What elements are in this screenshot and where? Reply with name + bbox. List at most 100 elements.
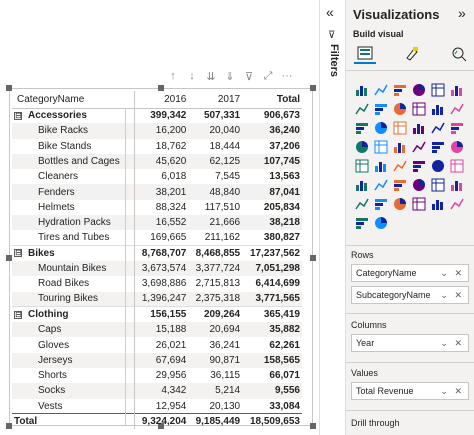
subcategory-row[interactable]: Gloves 26,021 36,241 62,261: [12, 337, 302, 353]
subcategory-row[interactable]: Cleaners 6,018 7,545 13,563: [12, 169, 302, 185]
subcategory-row[interactable]: Helmets 88,324 117,510 205,834: [12, 199, 302, 216]
visual-type-icon[interactable]: [411, 101, 426, 116]
collapse-row-icon[interactable]: ⊟: [14, 249, 22, 258]
visual-type-icon[interactable]: [430, 82, 445, 97]
visual-type-icon[interactable]: [373, 158, 388, 173]
subcategory-row[interactable]: Vests 12,954 20,130 33,084: [12, 398, 302, 414]
visual-type-icon[interactable]: [392, 177, 407, 192]
visual-type-icon[interactable]: [373, 215, 388, 230]
visual-type-icon[interactable]: [449, 139, 464, 154]
visual-type-icon[interactable]: [449, 101, 464, 116]
visual-type-icon[interactable]: [411, 82, 426, 97]
visual-type-icon[interactable]: [354, 101, 369, 116]
collapse-row-icon[interactable]: ⊟: [14, 111, 22, 120]
visual-type-icon[interactable]: [373, 139, 388, 154]
filter-icon[interactable]: ⊽: [242, 69, 256, 83]
category-row[interactable]: ⊟ Accessories 399,342 507,331 906,673: [12, 108, 302, 124]
rows-field-subcategoryname[interactable]: SubcategoryName ⌄ ✕: [351, 286, 469, 304]
visual-type-icon[interactable]: [373, 177, 388, 192]
visual-type-icon[interactable]: [430, 196, 445, 211]
values-field-total-revenue[interactable]: Total Revenue ⌄ ✕: [351, 382, 469, 400]
visual-type-icon[interactable]: [449, 177, 464, 192]
visual-type-icon[interactable]: [411, 120, 426, 135]
subcategory-row[interactable]: Road Bikes 3,698,886 2,715,813 6,414,699: [12, 276, 302, 292]
subcategory-row[interactable]: Fenders 38,201 48,840 87,041: [12, 184, 302, 200]
focus-mode-icon[interactable]: ⤢: [261, 69, 275, 83]
subcategory-row[interactable]: Caps 15,188 20,694 35,882: [12, 322, 302, 338]
column-header[interactable]: CategoryName: [12, 91, 134, 108]
subcategory-row[interactable]: Bike Racks 16,200 20,040 36,240: [12, 123, 302, 139]
visual-type-icon[interactable]: [430, 139, 445, 154]
rows-field-categoryname[interactable]: CategoryName ⌄ ✕: [351, 264, 469, 282]
subcategory-row[interactable]: Touring Bikes 1,396,247 2,375,318 3,771,565: [12, 291, 302, 307]
visual-type-icon[interactable]: [430, 120, 445, 135]
visual-type-icon[interactable]: [411, 196, 426, 211]
build-visual-tab[interactable]: [354, 44, 376, 64]
visual-type-icon[interactable]: [430, 177, 445, 192]
subcategory-row[interactable]: Shorts 29,956 36,115 66,071: [12, 368, 302, 384]
subcategory-row[interactable]: Socks 4,342 5,214 9,556: [12, 383, 302, 399]
column-header[interactable]: 2017: [188, 91, 242, 108]
filters-title[interactable]: Filters: [328, 44, 340, 77]
visual-type-icon[interactable]: [354, 82, 369, 97]
visual-type-icon[interactable]: [449, 82, 464, 97]
visual-type-icon[interactable]: [392, 82, 407, 97]
subcategory-row[interactable]: Bike Stands 18,762 18,444 37,206: [12, 138, 302, 154]
visual-type-icon[interactable]: [449, 158, 464, 173]
collapse-filters-icon[interactable]: «: [326, 4, 334, 20]
visual-type-icon[interactable]: [449, 120, 464, 135]
expand-all-icon[interactable]: ⇓: [223, 69, 237, 83]
visual-type-icon[interactable]: [411, 177, 426, 192]
field-actions-icon[interactable]: ⌄ ✕: [440, 338, 464, 349]
visual-type-icon[interactable]: [392, 158, 407, 173]
collapse-row-icon[interactable]: ⊟: [14, 310, 22, 319]
analytics-tab[interactable]: [448, 44, 470, 64]
field-actions-icon[interactable]: ⌄ ✕: [440, 386, 464, 397]
next-level-icon[interactable]: ⇊: [204, 69, 218, 83]
value-cell: 211,162: [204, 232, 241, 244]
resize-handle[interactable]: [310, 85, 316, 91]
more-options-icon[interactable]: ···: [280, 69, 294, 83]
expand-pane-icon[interactable]: »: [458, 5, 466, 21]
resize-handle[interactable]: [310, 423, 316, 429]
drill-down-icon[interactable]: ↓: [185, 69, 199, 83]
column-header[interactable]: Total: [242, 91, 302, 108]
visual-type-icon[interactable]: [392, 101, 407, 116]
columns-field-year[interactable]: Year ⌄ ✕: [351, 334, 469, 352]
visual-type-icon[interactable]: [354, 215, 369, 230]
visual-type-icon[interactable]: [392, 120, 407, 135]
visual-type-icon[interactable]: [373, 82, 388, 97]
row-label: Socks: [38, 385, 66, 397]
subcategory-row[interactable]: Jerseys 67,694 90,871 158,565: [12, 352, 302, 369]
grand-total-row[interactable]: Total 9,324,204 9,185,449 18,509,653: [12, 413, 302, 430]
subcategory-row[interactable]: Mountain Bikes 3,673,574 3,377,724 7,051,29…: [12, 260, 302, 277]
category-row[interactable]: ⊟ Clothing 156,155 209,264 365,419: [12, 306, 302, 323]
visual-type-icon[interactable]: [373, 101, 388, 116]
visual-type-icon[interactable]: [354, 158, 369, 173]
format-visual-tab[interactable]: [401, 44, 423, 64]
visual-type-icon[interactable]: [354, 177, 369, 192]
visual-type-icon[interactable]: [373, 120, 388, 135]
row-label-cell: Cleaners: [12, 169, 134, 184]
visual-type-icon[interactable]: [449, 196, 464, 211]
drill-up-icon[interactable]: ↑: [166, 69, 180, 83]
resize-handle[interactable]: [310, 255, 316, 261]
visual-type-icon[interactable]: [430, 101, 445, 116]
filters-pane[interactable]: « ⊽ Filters: [319, 0, 345, 435]
visual-type-icon[interactable]: [354, 139, 369, 154]
visual-type-icon[interactable]: [392, 196, 407, 211]
visual-type-icon[interactable]: [354, 196, 369, 211]
visual-type-icon[interactable]: [411, 139, 426, 154]
visual-type-icon[interactable]: [373, 196, 388, 211]
visual-type-icon[interactable]: [354, 120, 369, 135]
visual-type-icon[interactable]: [392, 139, 407, 154]
visual-type-icon[interactable]: [411, 158, 426, 173]
field-actions-icon[interactable]: ⌄ ✕: [440, 290, 464, 301]
field-actions-icon[interactable]: ⌄ ✕: [440, 268, 464, 279]
column-header[interactable]: 2016: [133, 91, 189, 108]
category-row[interactable]: ⊟ Bikes 8,768,707 8,468,855 17,237,562: [12, 245, 302, 261]
visual-type-icon[interactable]: [430, 158, 445, 173]
subcategory-row[interactable]: Hydration Packs 16,552 21,666 38,218: [12, 215, 302, 231]
subcategory-row[interactable]: Tires and Tubes 169,665 211,162 380,827: [12, 230, 302, 246]
subcategory-row[interactable]: Bottles and Cages 45,620 62,125 107,745: [12, 153, 302, 170]
